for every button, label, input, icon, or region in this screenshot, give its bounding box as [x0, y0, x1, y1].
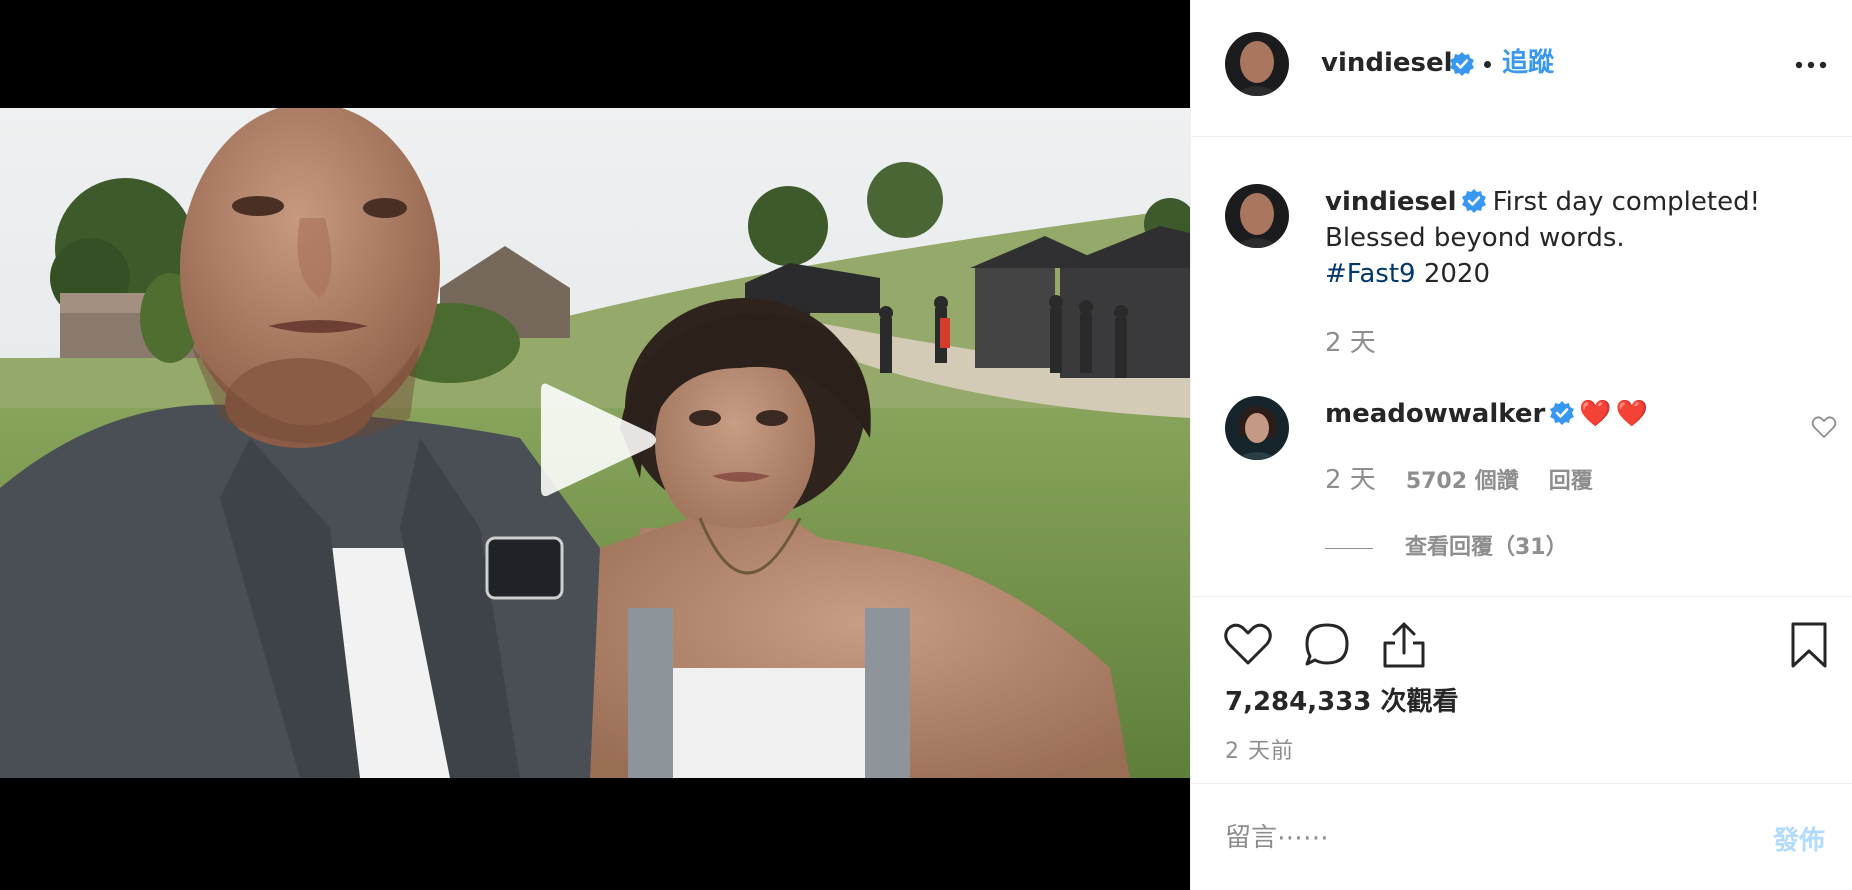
play-icon [541, 383, 656, 497]
caption-timestamp: 2 天 [1325, 328, 1376, 358]
view-replies-button[interactable]: 查看回覆（31） [1325, 533, 1568, 563]
play-button[interactable] [531, 375, 661, 505]
like-button[interactable] [1223, 621, 1273, 667]
verified-badge-icon [1461, 188, 1486, 213]
heart-icon [1811, 416, 1837, 438]
video-player[interactable] [0, 0, 1190, 890]
verified-badge-icon [1450, 52, 1474, 76]
comment-composer: 發佈 [1191, 783, 1852, 890]
comment-like-button[interactable] [1811, 415, 1837, 439]
comment-timestamp: 2 天 [1325, 465, 1376, 495]
reply-button[interactable]: 回覆 [1549, 469, 1593, 494]
view-count[interactable]: 7,284,333 次觀看 [1225, 681, 1458, 718]
caption-text: vindiesel First day completed! Blessed b… [1325, 184, 1825, 292]
post-comment-button[interactable]: 發佈 [1773, 820, 1825, 857]
post-header: vindiesel 追蹤 [1191, 0, 1852, 137]
caption-line-2: Blessed beyond words. [1325, 223, 1625, 253]
comment-meta: 2 天 5702 個讚 回覆 [1325, 462, 1593, 500]
comment-like-count[interactable]: 5702 個讚 [1406, 469, 1519, 494]
save-button[interactable] [1789, 621, 1829, 669]
author-username[interactable]: vindiesel [1321, 48, 1453, 78]
separator-dot [1484, 61, 1491, 68]
commenter-username[interactable]: meadowwalker [1325, 399, 1545, 429]
follow-button[interactable]: 追蹤 [1502, 47, 1554, 79]
share-icon [1383, 622, 1425, 668]
comment-text: meadowwalker ❤️❤️ [1325, 396, 1652, 432]
caption-year: 2020 [1415, 259, 1491, 289]
heart-icon [1224, 623, 1272, 665]
bookmark-icon [1791, 622, 1827, 668]
caption-line-1: First day completed! [1492, 187, 1761, 217]
share-button[interactable] [1381, 621, 1427, 669]
author-avatar[interactable] [1225, 32, 1289, 96]
post-timestamp[interactable]: 2 天前 [1225, 733, 1294, 765]
post-actions: 7,284,333 次觀看 2 天前 [1191, 596, 1852, 786]
more-options-button[interactable] [1793, 52, 1829, 78]
comment-bubble-icon [1305, 623, 1349, 666]
comment-button[interactable] [1303, 621, 1351, 669]
verified-badge-icon [1550, 400, 1575, 425]
hashtag-link[interactable]: #Fast9 [1325, 259, 1416, 289]
caption-author-avatar[interactable] [1225, 184, 1289, 248]
more-options-icon [1795, 61, 1827, 69]
comment-input[interactable] [1225, 810, 1705, 866]
post-sidebar: vindiesel 追蹤 vindiesel First day complet… [1190, 0, 1852, 890]
commenter-avatar[interactable] [1225, 396, 1289, 460]
caption-username[interactable]: vindiesel [1325, 187, 1457, 217]
replies-divider [1325, 547, 1373, 549]
comment-emoji: ❤️❤️ [1579, 399, 1653, 429]
view-replies-label: 查看回覆（31） [1405, 535, 1568, 560]
